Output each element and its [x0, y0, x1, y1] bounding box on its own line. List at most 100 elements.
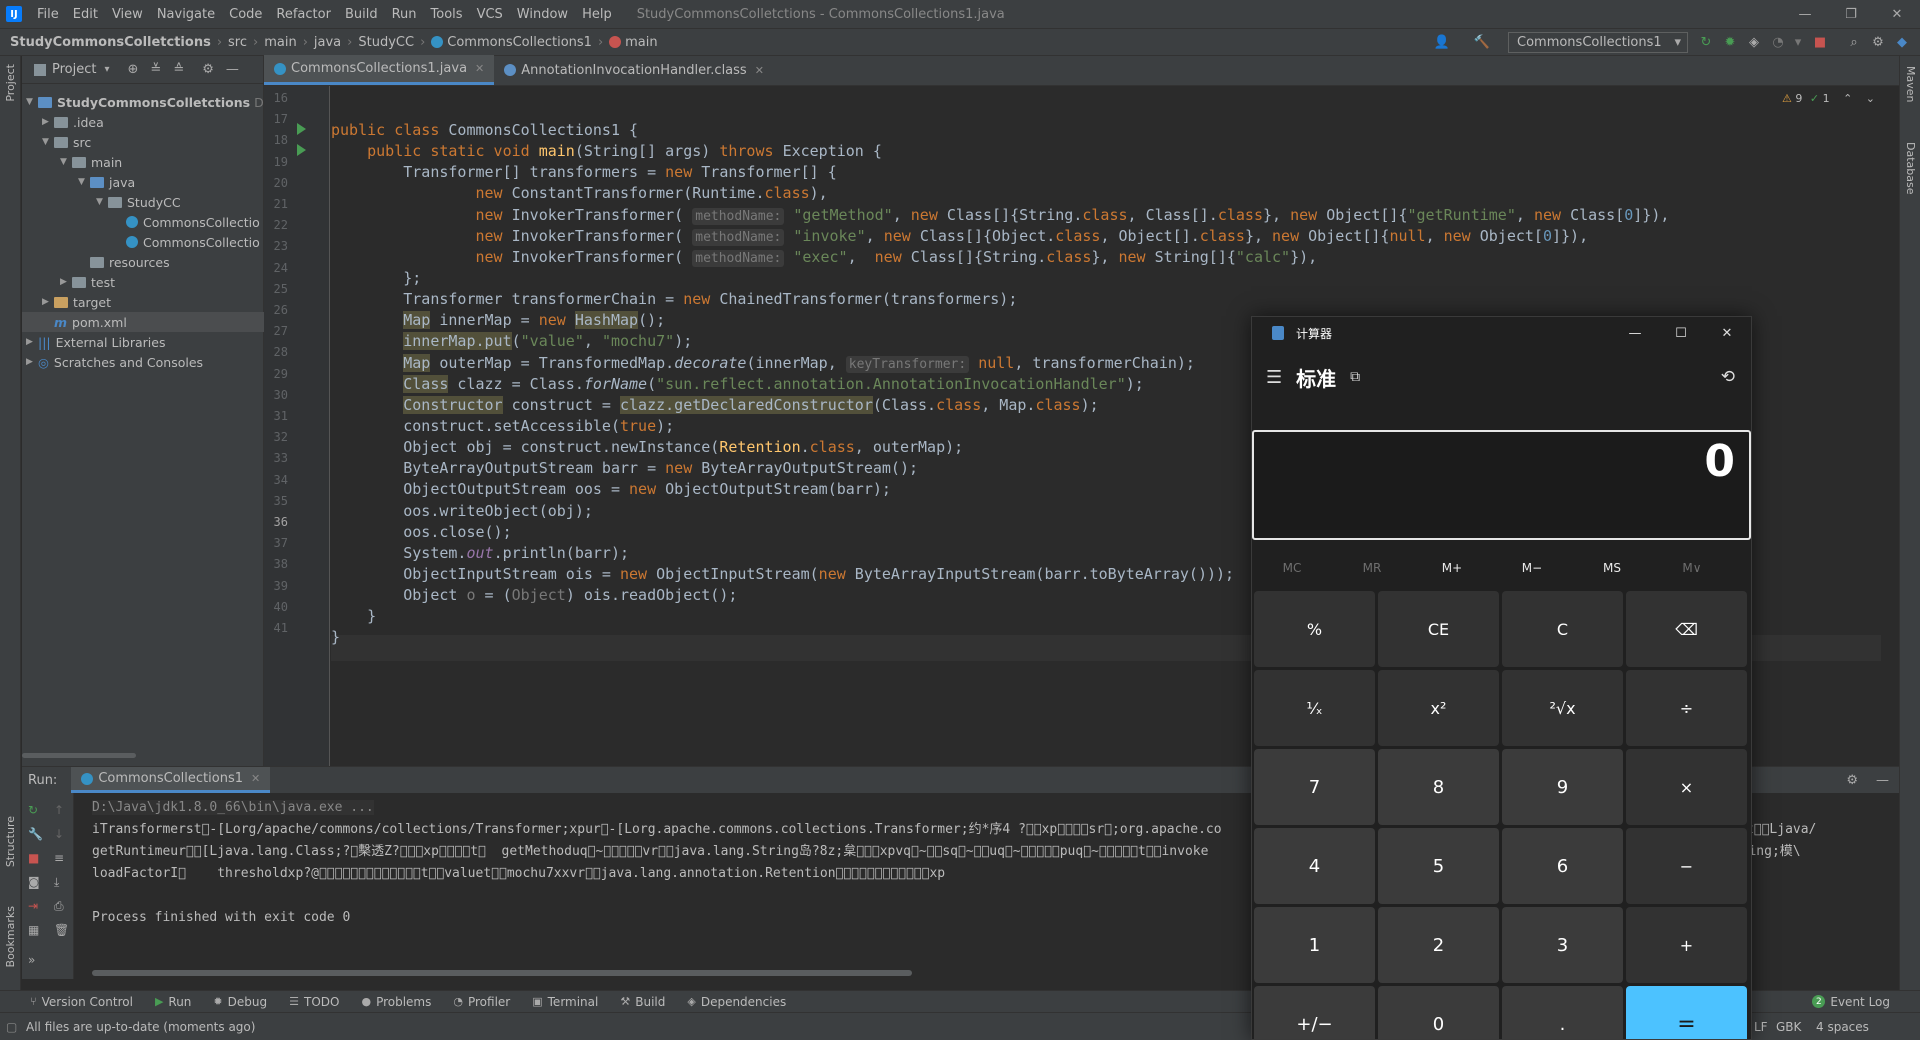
structure-tool-tab[interactable]: Structure [4, 816, 17, 867]
scroll-to-end-icon[interactable]: ⤓ [54, 875, 59, 890]
breadcrumb-main[interactable]: main [264, 35, 296, 50]
layout-icon[interactable]: ▦ [28, 923, 39, 937]
gear-icon[interactable]: ⚙ [202, 62, 214, 77]
event-log-button[interactable]: 2 Event Log [1812, 995, 1890, 1009]
locate-icon[interactable]: ⊕ [128, 62, 139, 77]
digit-2-button[interactable]: 2 [1378, 907, 1499, 983]
tree-item-scratches[interactable]: ▶ ◎ Scratches and Consoles [26, 352, 203, 372]
square-root-button[interactable]: ²√x [1502, 670, 1623, 746]
print-icon[interactable]: ⎙ [54, 899, 64, 914]
clear-entry-button[interactable]: CE [1378, 591, 1499, 667]
tab-profiler[interactable]: ◔ Profiler [453, 995, 510, 1009]
menu-vcs[interactable]: VCS [477, 7, 503, 22]
tab-run[interactable]: ▶ Run [155, 995, 191, 1009]
close-tab-icon[interactable]: ✕ [475, 62, 484, 75]
user-icon[interactable]: 👤 [1434, 34, 1450, 50]
soft-wrap-icon[interactable]: ≡ [54, 851, 64, 865]
debug-icon[interactable]: ✹ [1722, 34, 1738, 50]
chevron-down-icon[interactable]: ▾ [104, 64, 109, 75]
minus-button[interactable]: − [1626, 828, 1747, 904]
tree-item-target[interactable]: ▶ target [42, 292, 111, 312]
tree-item-commonscollections2[interactable]: CommonsCollectio [126, 232, 260, 252]
tree-item-test[interactable]: ▶ test [60, 272, 115, 292]
trash-icon[interactable]: 🗑 [54, 923, 69, 937]
close-tab-icon[interactable]: ✕ [755, 64, 764, 77]
run-main-icon[interactable] [297, 144, 306, 156]
expand-all-icon[interactable]: ≚ [150, 62, 161, 77]
close-icon[interactable]: ✕ [1704, 317, 1750, 349]
file-encoding[interactable]: GBK [1776, 1020, 1801, 1034]
memory-recall-button[interactable]: MR [1332, 561, 1412, 575]
history-icon[interactable]: ⟲ [1721, 367, 1735, 387]
project-tool-tab[interactable]: Project [4, 64, 17, 102]
gear-icon[interactable]: ⚙ [1846, 773, 1858, 788]
digit-6-button[interactable]: 6 [1502, 828, 1623, 904]
backspace-icon[interactable]: ⌫ [1626, 591, 1747, 667]
menu-window[interactable]: Window [517, 7, 568, 22]
digit-4-button[interactable]: 4 [1254, 828, 1375, 904]
tab-commonscollections1[interactable]: CommonsCollections1.java ✕ [264, 55, 495, 85]
breadcrumb-class[interactable]: CommonsCollections1 [447, 35, 592, 50]
database-tool-tab[interactable]: Database [1904, 142, 1917, 195]
restore-icon[interactable]: ❐ [1828, 0, 1874, 28]
plugin-icon[interactable]: ◆ [1894, 34, 1910, 50]
search-icon[interactable]: ⌕ [1846, 34, 1862, 50]
digit-3-button[interactable]: 3 [1502, 907, 1623, 983]
tab-debug[interactable]: ✹ Debug [213, 995, 267, 1009]
decimal-point-button[interactable]: . [1502, 986, 1623, 1039]
tab-version-control[interactable]: ⑂ Version Control [30, 995, 133, 1009]
tab-problems[interactable]: ● Problems [361, 995, 431, 1009]
menu-help[interactable]: Help [582, 7, 612, 22]
digit-0-button[interactable]: 0 [1378, 986, 1499, 1039]
tab-dependencies[interactable]: ◈ Dependencies [687, 995, 786, 1009]
tree-item-src[interactable]: ▼ src [42, 132, 91, 152]
project-panel-title[interactable]: Project [52, 62, 96, 77]
exit-icon[interactable]: ⇥ [28, 899, 38, 913]
coverage-icon[interactable]: ◈ [1746, 34, 1762, 50]
more-icon[interactable]: » [28, 953, 35, 967]
breadcrumb-package[interactable]: StudyCC [358, 35, 414, 50]
tree-item-resources[interactable]: resources [90, 252, 170, 272]
console-horizontal-scrollbar[interactable] [92, 970, 912, 976]
tree-item-commonscollections1[interactable]: CommonsCollectio [126, 212, 260, 232]
digit-8-button[interactable]: 8 [1378, 749, 1499, 825]
more-run-icon[interactable]: ▾ [1790, 34, 1806, 50]
menu-file[interactable]: File [37, 7, 59, 22]
tab-todo[interactable]: ☰ TODO [289, 995, 339, 1009]
menu-run[interactable]: Run [392, 7, 417, 22]
wrench-icon[interactable]: 🔧 [28, 827, 43, 841]
menu-refactor[interactable]: Refactor [276, 7, 331, 22]
up-icon[interactable]: ↑ [54, 803, 64, 817]
digit-5-button[interactable]: 5 [1378, 828, 1499, 904]
memory-list-button[interactable]: M∨ [1652, 561, 1732, 575]
status-icon[interactable]: ▢ [6, 1020, 17, 1034]
maximize-icon[interactable]: ☐ [1658, 317, 1704, 349]
run-tab[interactable]: CommonsCollections1 ✕ [71, 767, 271, 793]
hamburger-menu-icon[interactable]: ☰ [1266, 367, 1282, 388]
reciprocal-button[interactable]: ¹⁄ₓ [1254, 670, 1375, 746]
close-tab-icon[interactable]: ✕ [251, 772, 260, 785]
indent-setting[interactable]: 4 spaces [1816, 1020, 1869, 1034]
memory-subtract-button[interactable]: M− [1492, 561, 1572, 575]
line-separator[interactable]: LF [1754, 1020, 1768, 1034]
digit-7-button[interactable]: 7 [1254, 749, 1375, 825]
tree-item-project[interactable]: ▼StudyCommonsColletctionsD:\ [26, 92, 272, 112]
menu-edit[interactable]: Edit [73, 7, 98, 22]
tree-item-idea[interactable]: ▶ .idea [42, 112, 104, 132]
divide-button[interactable]: ÷ [1626, 670, 1747, 746]
tab-build[interactable]: ⚒ Build [620, 995, 665, 1009]
digit-1-button[interactable]: 1 [1254, 907, 1375, 983]
bookmarks-tool-tab[interactable]: Bookmarks [4, 906, 17, 967]
memory-store-button[interactable]: MS [1572, 561, 1652, 575]
stop-icon[interactable]: ■ [28, 851, 39, 865]
hide-panel-icon[interactable]: — [1876, 773, 1889, 788]
minimize-icon[interactable]: — [1612, 317, 1658, 349]
percent-button[interactable]: % [1254, 591, 1375, 667]
tab-terminal[interactable]: ▣ Terminal [532, 995, 598, 1009]
settings-gear-icon[interactable]: ⚙ [1870, 34, 1886, 50]
equals-button[interactable]: = [1626, 986, 1747, 1039]
tree-item-pom[interactable]: m pom.xml [54, 312, 127, 332]
digit-9-button[interactable]: 9 [1502, 749, 1623, 825]
keep-on-top-icon[interactable]: ⧉ [1350, 369, 1360, 385]
hide-icon[interactable]: — [226, 62, 239, 77]
